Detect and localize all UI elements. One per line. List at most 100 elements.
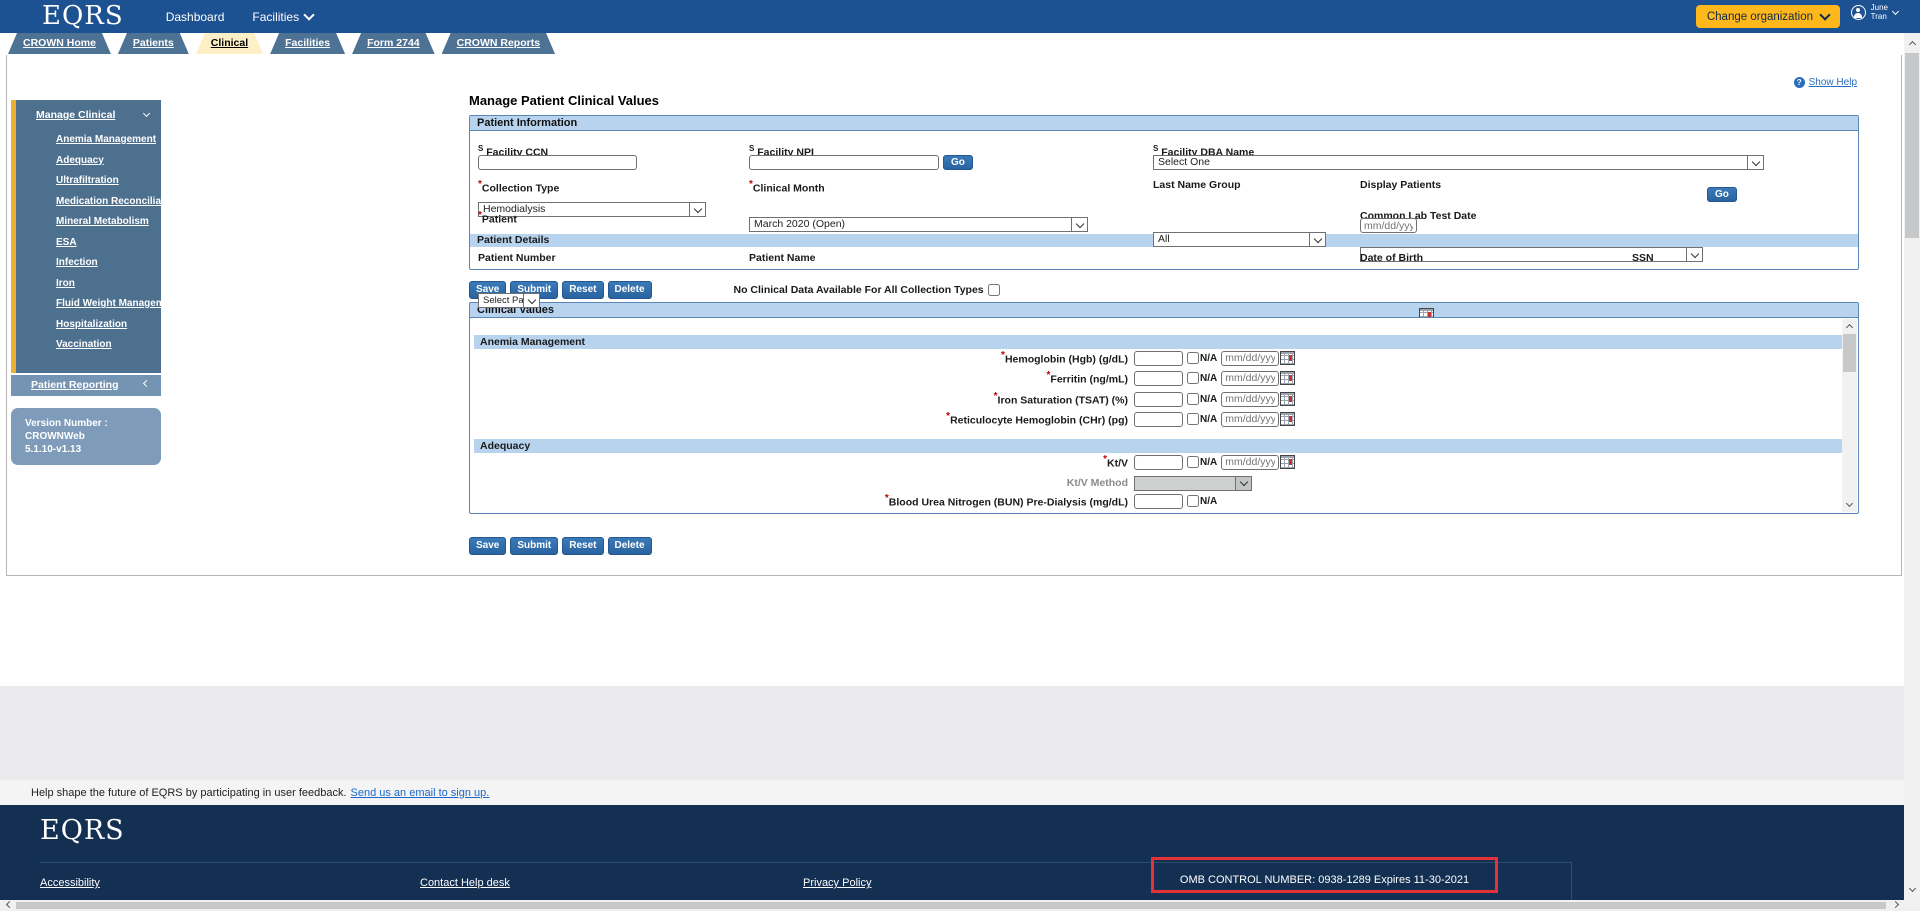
calendar-icon[interactable] bbox=[1280, 371, 1295, 385]
reset-button[interactable]: Reset bbox=[562, 281, 603, 299]
chevron-down-icon bbox=[303, 9, 314, 20]
patient-information-body: S Facility CCN S Facility NPI Go S Facil… bbox=[470, 131, 1858, 234]
hemoglobin-date-input[interactable] bbox=[1221, 351, 1279, 366]
bun-input[interactable] bbox=[1134, 494, 1183, 509]
facility-npi-go-button[interactable]: Go bbox=[943, 155, 973, 170]
chevron-down-icon bbox=[1819, 9, 1830, 20]
clinical-values-panel: Anemia Management *Hemoglobin (Hgb) (g/d… bbox=[469, 317, 1859, 514]
delete-button[interactable]: Delete bbox=[608, 281, 652, 299]
tab-crown-home[interactable]: CROWN Home bbox=[8, 33, 111, 54]
patient-select[interactable]: Select Patient bbox=[478, 293, 540, 308]
clinical-values-scrollbar[interactable] bbox=[1842, 319, 1857, 512]
sidebar-item-infection[interactable]: Infection bbox=[56, 257, 161, 268]
calendar-icon[interactable] bbox=[1280, 351, 1295, 365]
sidebar-item-fluid-weight-management[interactable]: Fluid Weight Management bbox=[56, 298, 161, 309]
sidebar-item-adequacy[interactable]: Adequacy bbox=[56, 155, 161, 166]
last-name-group-select[interactable]: All bbox=[1153, 232, 1326, 247]
scroll-left-icon[interactable] bbox=[2, 900, 16, 911]
sidebar-item-vaccination[interactable]: Vaccination bbox=[56, 339, 161, 350]
facility-ccn-input[interactable] bbox=[478, 155, 637, 170]
actions-row-bottom: Save Submit Reset Delete bbox=[469, 537, 1859, 554]
ktv-date-input[interactable] bbox=[1221, 455, 1279, 470]
col-patient-name: Patient Name bbox=[749, 252, 816, 264]
footer-link-contact-help-desk[interactable]: Contact Help desk bbox=[420, 877, 510, 889]
clinical-month-label: *Clinical Month bbox=[749, 179, 825, 195]
reticulocyte-na-checkbox[interactable] bbox=[1187, 413, 1199, 425]
sidebar-item-esa[interactable]: ESA bbox=[56, 237, 161, 248]
hemoglobin-row: *Hemoglobin (Hgb) (g/dL) N/A bbox=[470, 350, 1295, 366]
manage-clinical-menu: Manage Clinical Anemia Management Adequa… bbox=[11, 100, 161, 373]
menu-items: Anemia Management Adequacy Ultrafiltrati… bbox=[16, 134, 161, 350]
scrollbar-thumb[interactable] bbox=[1843, 334, 1856, 372]
show-help-link[interactable]: Show Help bbox=[1794, 77, 1857, 88]
page-vertical-scrollbar[interactable] bbox=[1904, 33, 1920, 900]
sidebar-item-iron[interactable]: Iron bbox=[56, 278, 161, 289]
sidebar-item-patient-reporting[interactable]: Patient Reporting bbox=[11, 375, 161, 396]
tab-crown-reports[interactable]: CROWN Reports bbox=[442, 33, 555, 54]
footer: EQRS Accessibility Contact Help desk Pri… bbox=[0, 805, 1904, 900]
clinical-values-header: Clinical Values bbox=[469, 302, 1859, 318]
scroll-down-icon[interactable] bbox=[1842, 498, 1857, 512]
footer-link-accessibility[interactable]: Accessibility bbox=[40, 877, 100, 889]
display-patients-go-button[interactable]: Go bbox=[1707, 187, 1737, 202]
sidebar-item-mineral-metabolism[interactable]: Mineral Metabolism bbox=[56, 216, 161, 227]
iron-saturation-date-input[interactable] bbox=[1221, 392, 1279, 407]
calendar-icon[interactable] bbox=[1280, 455, 1295, 469]
app-root: EQRS Dashboard Facilities Change organiz… bbox=[0, 0, 1920, 911]
chevron-down-icon bbox=[1071, 218, 1087, 231]
anemia-management-header: Anemia Management bbox=[474, 335, 1842, 349]
feedback-email-link[interactable]: Send us an email to sign up. bbox=[351, 787, 490, 799]
ferritin-na-checkbox[interactable] bbox=[1187, 372, 1199, 384]
iron-saturation-na-checkbox[interactable] bbox=[1187, 393, 1199, 405]
reticulocyte-input[interactable] bbox=[1134, 412, 1183, 427]
sidebar-item-manage-clinical[interactable]: Manage Clinical bbox=[16, 109, 161, 121]
ktv-na-checkbox[interactable] bbox=[1187, 456, 1199, 468]
sidebar-item-ultrafiltration[interactable]: Ultrafiltration bbox=[56, 175, 161, 186]
display-patients-label: Display Patients bbox=[1360, 179, 1441, 191]
sidebar-item-anemia-management[interactable]: Anemia Management bbox=[56, 134, 161, 145]
reticulocyte-date-input[interactable] bbox=[1221, 412, 1279, 427]
ferritin-date-input[interactable] bbox=[1221, 371, 1279, 386]
clinical-month-select[interactable]: March 2020 (Open) bbox=[749, 217, 1088, 232]
iron-saturation-row: *Iron Saturation (TSAT) (%) N/A bbox=[470, 391, 1295, 407]
nav-facilities[interactable]: Facilities bbox=[252, 10, 313, 24]
user-menu[interactable]: JuneTran bbox=[1851, 4, 1898, 21]
scroll-up-icon[interactable] bbox=[1904, 35, 1920, 51]
feedback-bar: Help shape the future of EQRS by partici… bbox=[0, 780, 1904, 805]
nav-dashboard[interactable]: Dashboard bbox=[166, 10, 225, 24]
page-horizontal-scrollbar[interactable] bbox=[0, 900, 1920, 911]
tab-form-2744[interactable]: Form 2744 bbox=[352, 33, 435, 54]
facility-dba-select[interactable]: Select One bbox=[1153, 155, 1764, 170]
chevron-down-icon bbox=[1747, 156, 1763, 169]
change-organization-button[interactable]: Change organization bbox=[1696, 5, 1840, 28]
facility-npi-input[interactable] bbox=[749, 155, 939, 170]
hemoglobin-na-checkbox[interactable] bbox=[1187, 352, 1199, 364]
reset-button[interactable]: Reset bbox=[562, 537, 603, 555]
feedback-text: Help shape the future of EQRS by partici… bbox=[31, 787, 347, 799]
sidebar-item-hospitalization[interactable]: Hospitalization bbox=[56, 319, 161, 330]
scrollbar-thumb[interactable] bbox=[1905, 53, 1919, 238]
tab-patients[interactable]: Patients bbox=[118, 33, 189, 54]
footer-link-privacy-policy[interactable]: Privacy Policy bbox=[803, 877, 871, 889]
calendar-icon[interactable] bbox=[1280, 412, 1295, 426]
ferritin-input[interactable] bbox=[1134, 371, 1183, 386]
ktv-input[interactable] bbox=[1134, 455, 1183, 470]
scroll-down-icon[interactable] bbox=[1904, 882, 1920, 898]
submit-button[interactable]: Submit bbox=[510, 537, 558, 555]
tab-facilities[interactable]: Facilities bbox=[270, 33, 345, 54]
no-clinical-data-checkbox[interactable] bbox=[988, 284, 1000, 296]
patient-information-header: Patient Information bbox=[470, 116, 1858, 131]
scrollbar-thumb[interactable] bbox=[16, 902, 1886, 909]
scroll-up-icon[interactable] bbox=[1842, 319, 1857, 333]
calendar-icon[interactable] bbox=[1280, 392, 1295, 406]
common-lab-test-date-input[interactable] bbox=[1360, 218, 1417, 233]
tab-clinical[interactable]: Clinical bbox=[196, 33, 263, 54]
footer-eqrs-logo: EQRS bbox=[40, 815, 125, 846]
scroll-right-icon[interactable] bbox=[1888, 900, 1902, 911]
save-button[interactable]: Save bbox=[469, 537, 506, 555]
hemoglobin-input[interactable] bbox=[1134, 351, 1183, 366]
delete-button[interactable]: Delete bbox=[608, 537, 652, 555]
sidebar-item-medication-reconciliation[interactable]: Medication Reconciliation bbox=[56, 196, 161, 207]
iron-saturation-input[interactable] bbox=[1134, 392, 1183, 407]
bun-na-checkbox[interactable] bbox=[1187, 495, 1199, 507]
